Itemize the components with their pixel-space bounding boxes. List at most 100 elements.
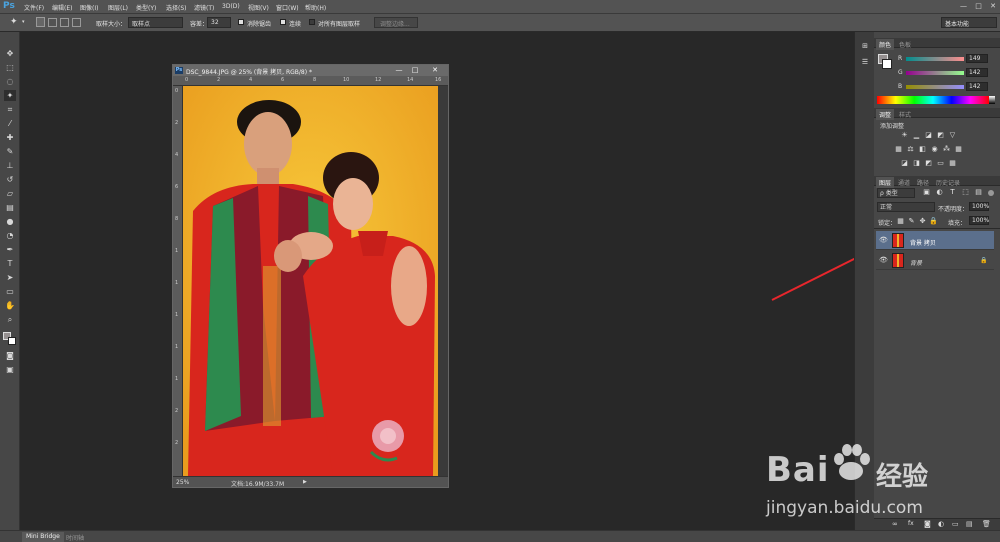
brightness-icon[interactable]: ☀ xyxy=(900,131,909,140)
contiguous-checkbox[interactable] xyxy=(280,19,286,25)
color-balance-icon[interactable]: ⚖ xyxy=(906,145,915,154)
dodge-tool-icon[interactable]: ◔ xyxy=(4,230,16,241)
zoom-level[interactable]: 25% xyxy=(176,479,189,486)
menu-file[interactable]: 文件(F) xyxy=(24,3,44,12)
shape-tool-icon[interactable]: ▭ xyxy=(4,286,16,297)
menu-type[interactable]: 类型(Y) xyxy=(136,3,156,12)
chevron-down-icon[interactable]: ▾ xyxy=(22,19,25,25)
document-titlebar[interactable]: Ps DSC_9844.JPG @ 25% (背景 拷贝, RGB/8) * —… xyxy=(173,65,448,76)
minimize-icon[interactable]: — xyxy=(960,2,967,10)
layer-kind-filter[interactable]: ρ 类型 xyxy=(877,188,915,198)
tab-layers[interactable]: 图层 xyxy=(876,177,895,188)
blend-mode-select[interactable]: 正常 xyxy=(877,202,935,212)
subtract-selection-icon[interactable] xyxy=(60,18,69,27)
eyedropper-tool-icon[interactable]: ⁄ xyxy=(4,118,16,129)
bw-ramp[interactable] xyxy=(989,96,995,104)
doc-close-icon[interactable]: ✕ xyxy=(428,66,442,75)
hue-saturation-icon[interactable]: ▦ xyxy=(894,145,903,154)
lock-all-icon[interactable]: 🔒 xyxy=(929,217,938,226)
hand-tool-icon[interactable]: ✋ xyxy=(4,300,16,311)
sample-size-select[interactable]: 取样点 xyxy=(128,17,183,28)
path-selection-icon[interactable]: ➤ xyxy=(4,272,16,283)
g-slider[interactable] xyxy=(906,71,964,75)
layer-row-background[interactable]: 👁 背景 🔒 xyxy=(876,251,994,270)
selective-color-icon[interactable]: ▦ xyxy=(948,159,957,168)
tab-timeline[interactable]: 时间轴 xyxy=(62,532,88,542)
r-value[interactable]: 149 xyxy=(966,54,988,63)
posterize-icon[interactable]: ◨ xyxy=(912,159,921,168)
r-slider[interactable] xyxy=(906,57,964,61)
menu-window[interactable]: 窗口(W) xyxy=(276,3,299,12)
tab-swatches[interactable]: 色板 xyxy=(896,39,914,50)
b-slider[interactable] xyxy=(906,85,964,89)
black-white-icon[interactable]: ◧ xyxy=(918,145,927,154)
gradient-tool-icon[interactable]: ▤ xyxy=(4,202,16,213)
eye-icon[interactable]: 👁 xyxy=(879,236,888,244)
curves-icon[interactable]: ◪ xyxy=(924,131,933,140)
color-lookup-icon[interactable]: ▦ xyxy=(954,145,963,154)
refine-edge-button[interactable]: 调整边缘... xyxy=(374,17,418,28)
close-icon[interactable]: ✕ xyxy=(990,2,996,10)
screen-mode-icon[interactable]: ▣ xyxy=(4,364,16,375)
quick-mask-icon[interactable]: ◙ xyxy=(4,350,16,361)
tab-history[interactable]: 历史记录 xyxy=(933,177,963,188)
fill-input[interactable]: 100% xyxy=(969,216,989,225)
tab-styles[interactable]: 样式 xyxy=(896,109,914,120)
type-filter-icon[interactable]: T xyxy=(948,188,957,197)
move-tool-icon[interactable]: ✥ xyxy=(4,48,16,59)
new-selection-icon[interactable] xyxy=(36,17,45,27)
canvas-area[interactable] xyxy=(183,86,448,476)
blur-tool-icon[interactable]: ● xyxy=(4,216,16,227)
adjustment-filter-icon[interactable]: ◐ xyxy=(935,188,944,197)
b-value[interactable]: 142 xyxy=(966,82,988,91)
menu-layer[interactable]: 图层(L) xyxy=(108,3,128,12)
lasso-tool-icon[interactable]: ◌ xyxy=(4,76,16,87)
crop-tool-icon[interactable]: ⌗ xyxy=(4,104,16,115)
eraser-tool-icon[interactable]: ▱ xyxy=(4,188,16,199)
menu-3d[interactable]: 3D(D) xyxy=(222,3,240,10)
menu-image[interactable]: 图像(I) xyxy=(80,3,98,12)
clone-stamp-icon[interactable]: ⊥ xyxy=(4,160,16,171)
g-value[interactable]: 142 xyxy=(966,68,988,77)
maximize-icon[interactable]: □ xyxy=(975,2,982,10)
shape-filter-icon[interactable]: ⬚ xyxy=(961,188,970,197)
opacity-input[interactable]: 100% xyxy=(969,202,989,211)
sample-all-layers-checkbox[interactable] xyxy=(309,19,315,25)
marquee-tool-icon[interactable]: ⬚ xyxy=(4,62,16,73)
background-color-swatch[interactable] xyxy=(8,337,16,345)
brush-tool-icon[interactable]: ✎ xyxy=(4,146,16,157)
history-brush-icon[interactable]: ↺ xyxy=(4,174,16,185)
status-menu-arrow-icon[interactable]: ▶ xyxy=(303,479,307,485)
antialias-checkbox[interactable] xyxy=(238,19,244,25)
tab-paths[interactable]: 路径 xyxy=(914,177,932,188)
color-background-swatch[interactable] xyxy=(882,59,892,69)
levels-icon[interactable]: ▁ xyxy=(912,131,921,140)
pen-tool-icon[interactable]: ✒ xyxy=(4,244,16,255)
add-selection-icon[interactable] xyxy=(48,18,57,27)
tab-color[interactable]: 颜色 xyxy=(876,39,895,50)
workspace-select[interactable]: 基本功能 xyxy=(941,17,997,28)
channel-mixer-icon[interactable]: ⁂ xyxy=(942,145,951,154)
layer-name[interactable]: 背景 拷贝 xyxy=(910,238,936,247)
menu-select[interactable]: 选择(S) xyxy=(166,3,187,12)
magic-wand-tool-icon[interactable]: ✦ xyxy=(4,90,16,101)
magic-wand-icon[interactable]: ✦ xyxy=(10,17,18,27)
menu-view[interactable]: 视图(V) xyxy=(248,3,269,12)
lock-transparency-icon[interactable]: ▦ xyxy=(896,217,905,226)
filter-toggle[interactable] xyxy=(988,190,994,196)
history-panel-icon[interactable]: ⊞ xyxy=(859,42,871,52)
invert-icon[interactable]: ◪ xyxy=(900,159,909,168)
menu-edit[interactable]: 编辑(E) xyxy=(52,3,72,12)
lock-position-icon[interactable]: ✥ xyxy=(918,217,927,226)
delete-layer-icon[interactable]: 🗑 xyxy=(982,520,991,528)
intersect-selection-icon[interactable] xyxy=(72,18,81,27)
layer-name[interactable]: 背景 xyxy=(910,258,922,267)
zoom-tool-icon[interactable]: ⌕ xyxy=(4,314,16,325)
gradient-map-icon[interactable]: ▭ xyxy=(936,159,945,168)
photo-filter-icon[interactable]: ◉ xyxy=(930,145,939,154)
vibrance-icon[interactable]: ▽ xyxy=(948,131,957,140)
tab-mini-bridge[interactable]: Mini Bridge xyxy=(22,532,64,542)
lock-pixels-icon[interactable]: ✎ xyxy=(907,217,916,226)
tab-channels[interactable]: 通道 xyxy=(895,177,913,188)
exposure-icon[interactable]: ◩ xyxy=(936,131,945,140)
